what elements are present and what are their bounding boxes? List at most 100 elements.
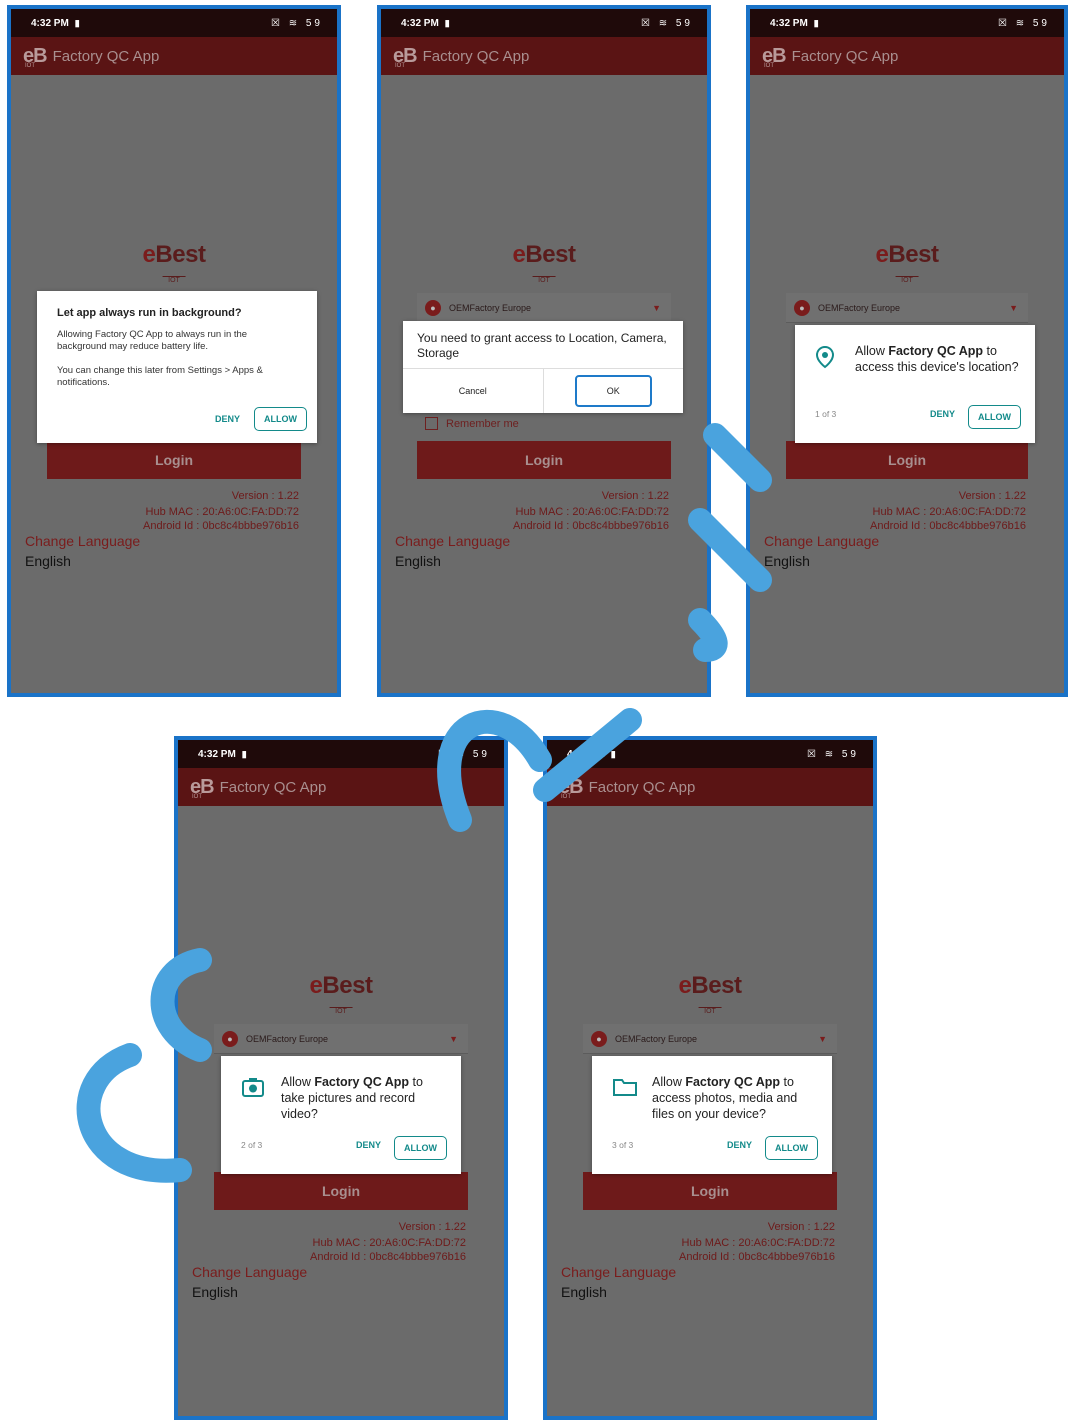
dropdown-value: OEMFactory Europe xyxy=(818,302,901,313)
grant-access-dialog: You need to grant access to Location, Ca… xyxy=(403,321,683,413)
language-value[interactable]: English xyxy=(764,553,879,569)
dialog-body-note: You can change this later from Settings … xyxy=(57,365,263,388)
permission-text: Allow Factory QC App to take pictures an… xyxy=(281,1075,423,1121)
status-icons: ☒ ≋ 59 xyxy=(997,17,1050,29)
phone-screen-1: 4:32 PM ▮ ☒ ≋ 59 eB IOT Factory QC App eB… xyxy=(7,5,341,697)
device-info: Version : 1.22 Hub MAC : 20:A6:0C:FA:DD:… xyxy=(310,1220,466,1264)
status-bar: 4:32 PM ▮ ☒ ≋ 59 xyxy=(11,9,337,37)
status-icons: ☒ ≋ 59 xyxy=(270,17,323,29)
language-section: Change Language English xyxy=(395,533,510,569)
ebest-logo: eBest IOT xyxy=(309,972,373,1015)
language-value[interactable]: English xyxy=(192,1284,307,1300)
status-icons: ☒ ≋ 59 xyxy=(437,748,490,760)
trash-icon: ▮ xyxy=(241,748,247,759)
android-id-text: Android Id : 0bc8c4bbbe976b16 xyxy=(679,1251,835,1263)
change-language-link[interactable]: Change Language xyxy=(192,1264,307,1280)
app-logo-icon: eB IOT xyxy=(23,44,48,69)
app-logo-icon: eB IOT xyxy=(762,44,787,69)
deny-button[interactable]: DENY xyxy=(356,1140,381,1150)
device-info: Version : 1.22 Hub MAC : 20:A6:0C:FA:DD:… xyxy=(143,489,299,533)
language-value[interactable]: English xyxy=(561,1284,676,1300)
hub-mac-text: Hub MAC : 20:A6:0C:FA:DD:72 xyxy=(872,506,1026,518)
app-title: Factory QC App xyxy=(588,778,696,796)
ebest-logo: eBest IOT xyxy=(875,241,939,284)
change-language-link[interactable]: Change Language xyxy=(561,1264,676,1280)
globe-icon: ● xyxy=(591,1030,607,1047)
allow-button[interactable]: ALLOW xyxy=(394,1136,447,1160)
allow-button[interactable]: ALLOW xyxy=(765,1136,818,1160)
version-text: Version : 1.22 xyxy=(601,490,669,502)
login-button[interactable]: Login xyxy=(583,1172,837,1210)
android-id-text: Android Id : 0bc8c4bbbe976b16 xyxy=(310,1251,466,1263)
app-logo-icon: eB IOT xyxy=(393,44,418,69)
app-title: Factory QC App xyxy=(219,778,327,796)
ok-button[interactable]: OK xyxy=(574,375,652,407)
permission-text: Allow Factory QC App to access this devi… xyxy=(855,344,1019,374)
app-bar: eB IOT Factory QC App xyxy=(547,768,873,806)
hub-mac-text: Hub MAC : 20:A6:0C:FA:DD:72 xyxy=(312,1237,466,1249)
device-info: Version : 1.22 Hub MAC : 20:A6:0C:FA:DD:… xyxy=(513,489,669,533)
app-bar: eB IOT Factory QC App xyxy=(750,37,1064,75)
cancel-label: Cancel xyxy=(458,386,487,396)
status-time: 4:32 PM xyxy=(770,17,808,29)
hub-mac-text: Hub MAC : 20:A6:0C:FA:DD:72 xyxy=(515,506,669,518)
version-text: Version : 1.22 xyxy=(398,1221,466,1233)
status-bar: 4:32 PM ▮ ☒ ≋ 59 xyxy=(381,9,707,37)
globe-icon: ● xyxy=(222,1030,238,1047)
status-icons: ☒ ≋ 59 xyxy=(806,748,859,760)
remember-me-label: Remember me xyxy=(446,417,519,430)
dropdown-value: OEMFactory Europe xyxy=(615,1033,698,1044)
phone-screen-5: 4:33 PM ▮ ☒ ≋ 59 eB IOT Factory QC App eB… xyxy=(543,736,877,1420)
trash-icon: ▮ xyxy=(74,17,80,28)
app-logo-icon: eB IOT xyxy=(190,775,215,800)
deny-button[interactable]: DENY xyxy=(215,414,240,424)
allow-button[interactable]: ALLOW xyxy=(968,405,1021,429)
phone-screen-2: 4:32 PM ▮ ☒ ≋ 59 eB IOT Factory QC App eB… xyxy=(377,5,711,697)
factory-dropdown[interactable]: ● OEMFactory Europe ▼ xyxy=(583,1024,837,1054)
deny-button[interactable]: DENY xyxy=(727,1140,752,1150)
hub-mac-text: Hub MAC : 20:A6:0C:FA:DD:72 xyxy=(145,506,299,518)
remember-me[interactable]: Remember me xyxy=(425,417,519,430)
permission-counter: 3 of 3 xyxy=(612,1140,634,1150)
app-logo-icon: eB IOT xyxy=(559,775,584,800)
android-id-text: Android Id : 0bc8c4bbbe976b16 xyxy=(870,520,1026,532)
globe-icon: ● xyxy=(794,299,810,316)
remember-me-checkbox[interactable] xyxy=(425,417,438,430)
factory-dropdown[interactable]: ● OEMFactory Europe ▼ xyxy=(786,293,1028,323)
device-info: Version : 1.22 Hub MAC : 20:A6:0C:FA:DD:… xyxy=(870,489,1026,533)
app-bar: eB IOT Factory QC App xyxy=(11,37,337,75)
change-language-link[interactable]: Change Language xyxy=(25,533,140,549)
folder-icon xyxy=(612,1076,638,1103)
ebest-logo: eBest IOT xyxy=(678,972,742,1015)
camera-icon xyxy=(241,1076,265,1103)
change-language-link[interactable]: Change Language xyxy=(764,533,879,549)
login-button[interactable]: Login xyxy=(786,441,1028,479)
background-permission-dialog: Let app always run in background? Allowi… xyxy=(37,291,317,443)
permission-counter: 2 of 3 xyxy=(241,1140,263,1150)
android-id-text: Android Id : 0bc8c4bbbe976b16 xyxy=(143,520,299,532)
factory-dropdown[interactable]: ● OEMFactory Europe ▼ xyxy=(214,1024,468,1054)
language-section: Change Language English xyxy=(764,533,879,569)
language-section: Change Language English xyxy=(192,1264,307,1300)
trash-icon: ▮ xyxy=(813,17,819,28)
allow-button[interactable]: ALLOW xyxy=(254,407,307,431)
status-icons: ☒ ≋ 59 xyxy=(640,17,693,29)
deny-button[interactable]: DENY xyxy=(930,409,955,419)
cancel-button[interactable]: Cancel xyxy=(403,369,544,413)
dialog-message: You need to grant access to Location, Ca… xyxy=(417,331,667,360)
trash-icon: ▮ xyxy=(610,748,616,759)
app-bar: eB IOT Factory QC App xyxy=(381,37,707,75)
ebest-logo: eBest IOT xyxy=(142,241,206,284)
factory-dropdown[interactable]: ● OEMFactory Europe ▼ xyxy=(417,293,671,323)
login-button[interactable]: Login xyxy=(417,441,671,479)
version-text: Version : 1.22 xyxy=(767,1221,835,1233)
status-bar: 4:32 PM ▮ ☒ ≋ 59 xyxy=(750,9,1064,37)
chevron-down-icon: ▼ xyxy=(449,1033,458,1044)
version-text: Version : 1.22 xyxy=(231,490,299,502)
login-button[interactable]: Login xyxy=(47,441,301,479)
language-value[interactable]: English xyxy=(25,553,140,569)
login-button[interactable]: Login xyxy=(214,1172,468,1210)
change-language-link[interactable]: Change Language xyxy=(395,533,510,549)
status-bar: 4:32 PM ▮ ☒ ≋ 59 xyxy=(178,740,504,768)
language-value[interactable]: English xyxy=(395,553,510,569)
